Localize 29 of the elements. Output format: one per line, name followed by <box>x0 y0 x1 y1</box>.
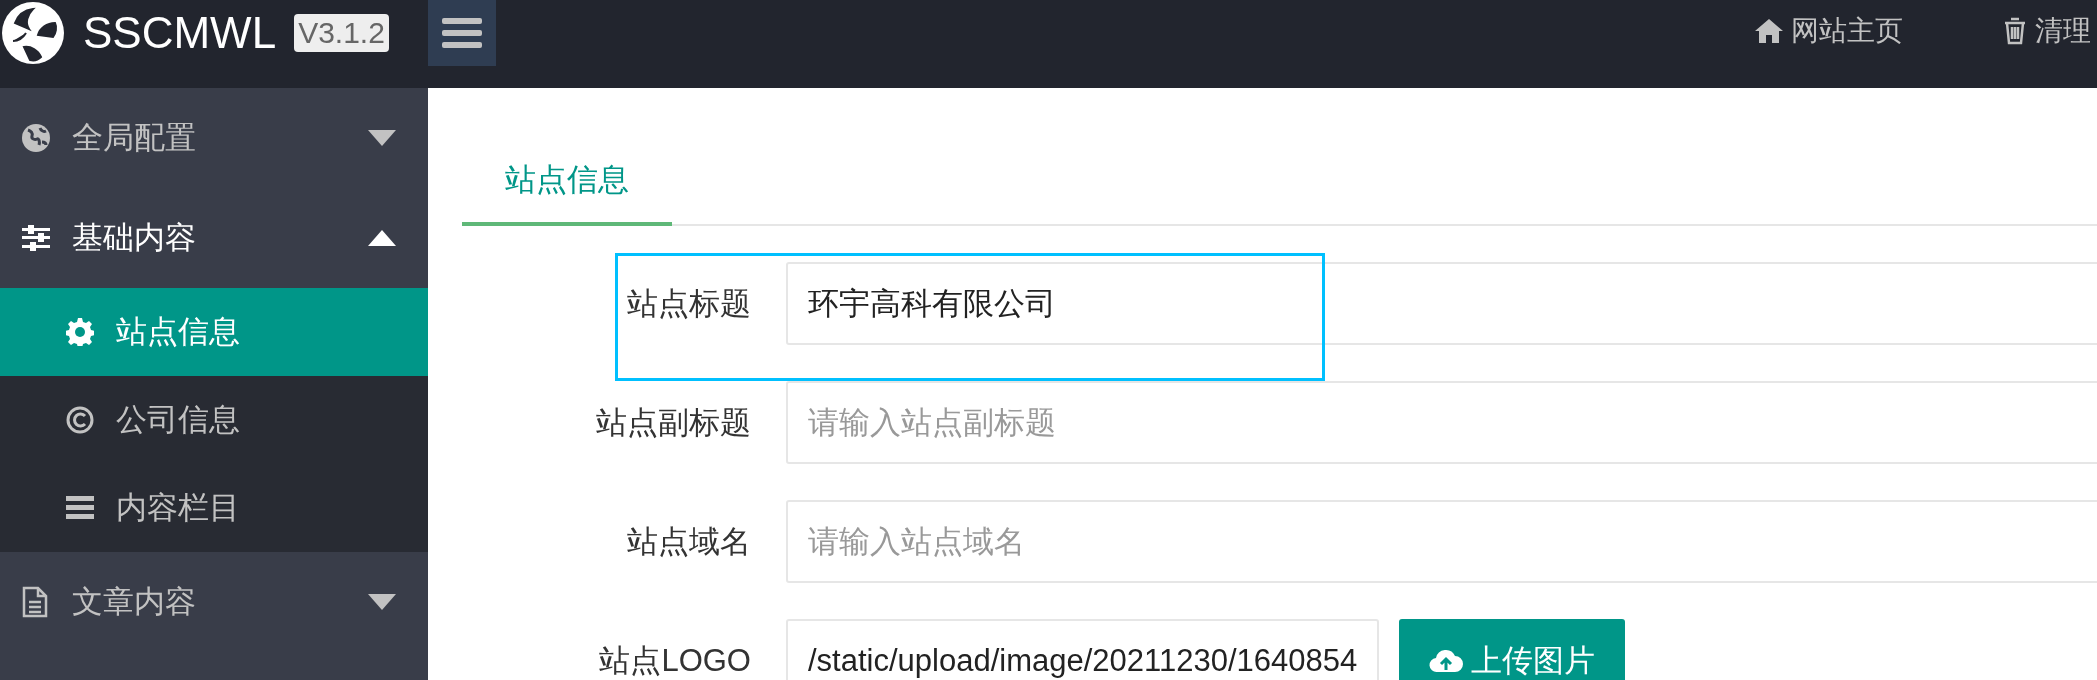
sliders-icon <box>22 225 50 251</box>
field-label: 站点域名 <box>626 522 751 561</box>
upload-button[interactable]: 上传图片 <box>1399 619 1626 680</box>
header-link[interactable]: 网站主页 <box>1755 12 1903 50</box>
sidebar-subitem[interactable]: 内容栏目 <box>0 464 428 552</box>
sidebar-item[interactable]: 全局配置 <box>0 88 428 188</box>
field-label: 站点标题 <box>626 284 751 323</box>
sidebar-subitem[interactable]: 站点信息 <box>0 288 428 376</box>
list-icon <box>66 496 94 520</box>
copyright-icon <box>66 406 94 434</box>
menu-button[interactable] <box>428 0 496 66</box>
globe-icon <box>22 124 50 152</box>
version-badge: V3.1.2 <box>294 14 389 52</box>
home-icon <box>1755 19 1783 43</box>
input-field[interactable]: 环宇高科有限公司 <box>786 262 2097 345</box>
settings-icon <box>66 318 94 346</box>
logo-text: SSCMWL <box>83 8 277 58</box>
sidebar-item[interactable]: 基础内容 <box>0 188 428 288</box>
sidebar-item[interactable]: 文章内容 <box>0 552 428 652</box>
field-label: 站点LOGO <box>598 641 751 680</box>
header-link[interactable]: 清理 <box>2003 12 2091 50</box>
upload-icon <box>1429 647 1464 674</box>
document-icon <box>22 586 48 618</box>
sidebar-subitem[interactable]: 公司信息 <box>0 376 428 464</box>
tab[interactable]: 站点信息 <box>462 136 672 226</box>
trash-icon <box>2003 17 2027 45</box>
field-label: 站点副标题 <box>595 403 751 442</box>
menu-icon <box>442 18 482 48</box>
input-field[interactable]: /static/upload/image/20211230/1640854 <box>786 619 1380 680</box>
